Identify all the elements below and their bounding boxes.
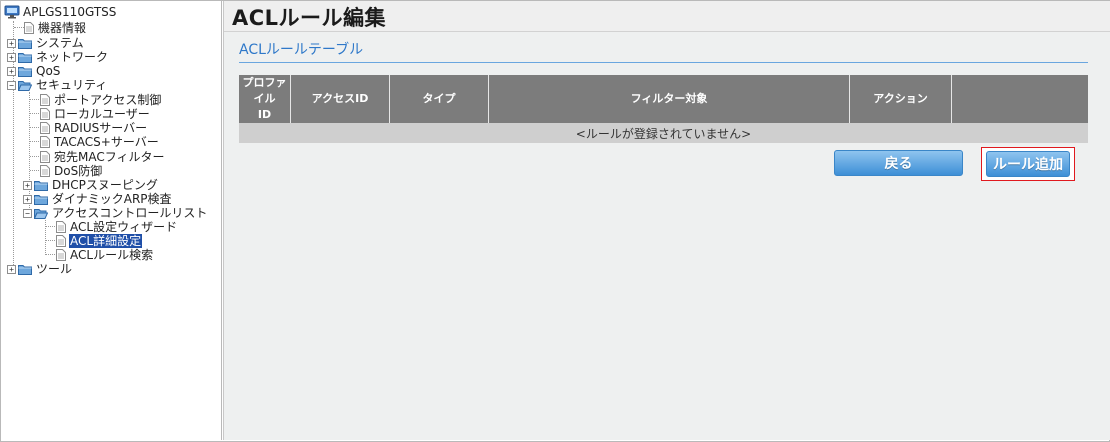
tree-item-system[interactable]: + システム [7, 36, 85, 50]
tree-connector [46, 226, 55, 227]
tree-item-label: ACL設定ウィザード [70, 219, 178, 234]
tree-item-acl-wizard[interactable]: ACL設定ウィザード [56, 220, 178, 234]
tree-item-label: QoS [36, 63, 61, 78]
tree-connector [30, 113, 39, 114]
page-icon [56, 235, 66, 247]
column-header-blank [951, 75, 1088, 123]
page-title: ACLルール編集 [232, 6, 387, 30]
tree-item-tacacs[interactable]: TACACS+サーバー [40, 135, 160, 149]
tree-item-qos[interactable]: + QoS [7, 64, 61, 78]
tree-item-dos[interactable]: DoS防御 [40, 164, 103, 178]
folder-icon [18, 66, 32, 77]
column-header-type: タイプ [389, 75, 489, 123]
page-icon [56, 249, 66, 261]
tree-item-label: ツール [36, 261, 73, 276]
tree-item-label: ローカルユーザー [54, 106, 150, 121]
tree-item-label: ACLルール検索 [70, 247, 154, 262]
page-icon [24, 22, 34, 34]
tree-item-device-info[interactable]: 機器情報 [24, 21, 87, 35]
tree-item-label: セキュリティ [36, 77, 108, 92]
column-header-profile-id: プロファイル ID [239, 75, 291, 123]
tree-item-label: 機器情報 [38, 20, 87, 35]
tree-item-label: ダイナミックARP検査 [52, 191, 172, 206]
tree-item-mac-filter[interactable]: 宛先MACフィルター [40, 150, 166, 164]
tree-item-acl-list[interactable]: − アクセスコントロールリスト [23, 206, 208, 220]
tree-item-port-access[interactable]: ポートアクセス制御 [40, 93, 162, 107]
folder-open-icon [34, 208, 48, 219]
acl-rule-table: プロファイル ID アクセスID タイプ フィルター対象 アクション <ルールが登… [239, 75, 1088, 143]
tree-connector [46, 240, 55, 241]
page-icon [40, 122, 50, 134]
tree-item-label: DoS防御 [54, 163, 103, 178]
tree-item-label: ポートアクセス制御 [54, 92, 162, 107]
folder-icon [18, 38, 32, 49]
add-rule-highlight: ルール追加 [981, 147, 1075, 181]
tree-item-label: DHCPスヌーピング [52, 177, 158, 192]
expand-icon[interactable]: + [7, 66, 16, 76]
expand-icon[interactable]: + [7, 264, 16, 274]
column-header-access-id: アクセスID [290, 75, 390, 123]
folder-icon [18, 52, 32, 63]
column-header-filter-target: フィルター対象 [488, 75, 850, 123]
tree-item-label: 宛先MACフィルター [54, 149, 165, 164]
tree-item-dhcp-snooping[interactable]: + DHCPスヌーピング [23, 178, 159, 192]
page-icon [40, 108, 50, 120]
page-icon [40, 151, 50, 163]
expand-icon[interactable]: + [23, 180, 32, 190]
tree-item-label: ネットワーク [36, 49, 109, 64]
tree-connector [30, 99, 39, 100]
tree-item-dynamic-arp[interactable]: + ダイナミックARP検査 [23, 192, 173, 206]
section-title: ACLルールテーブル [239, 42, 364, 58]
tree-connector [30, 141, 39, 142]
tree-item-label: TACACS+サーバー [54, 134, 159, 149]
table-header-row: プロファイル ID アクセスID タイプ フィルター対象 アクション [239, 75, 1088, 123]
expand-icon[interactable]: + [7, 52, 16, 62]
tree-item-network[interactable]: + ネットワーク [7, 50, 109, 64]
page-icon [40, 94, 50, 106]
tree-root-label: APLGS110GTSS [23, 4, 117, 19]
tree-connector [14, 27, 24, 28]
expand-icon[interactable]: + [7, 38, 16, 48]
tree-item-label: システム [36, 35, 84, 50]
tree-connector [46, 254, 55, 255]
tree-connector [30, 156, 39, 157]
tree-root[interactable]: APLGS110GTSS [4, 5, 117, 19]
tree-item-tools[interactable]: + ツール [7, 262, 73, 276]
tree-item-label: RADIUSサーバー [54, 120, 148, 135]
tree-item-radius[interactable]: RADIUSサーバー [40, 121, 148, 135]
expand-icon[interactable]: + [23, 194, 32, 204]
folder-icon [18, 264, 32, 275]
main-content: ACLルール編集 ACLルールテーブル プロファイル ID アクセスID タイプ … [223, 1, 1110, 440]
tree-connector [30, 170, 39, 171]
add-rule-button[interactable]: ルール追加 [986, 151, 1070, 177]
collapse-icon[interactable]: − [23, 208, 32, 218]
collapse-icon[interactable]: − [7, 80, 16, 90]
monitor-icon [4, 5, 20, 19]
tree-item-acl-search[interactable]: ACLルール検索 [56, 248, 154, 262]
tree-connector [30, 127, 39, 128]
column-header-action: アクション [849, 75, 952, 123]
tree-item-label: ACL詳細設定 [69, 233, 143, 249]
tree-item-security[interactable]: − セキュリティ [7, 78, 108, 92]
folder-icon [34, 194, 48, 205]
page-icon [40, 165, 50, 177]
tree-item-acl-detail[interactable]: ACL詳細設定 [56, 233, 143, 249]
table-row: <ルールが登録されていません> [239, 123, 1088, 143]
section-divider [239, 62, 1088, 63]
page-icon [40, 136, 50, 148]
page-icon [56, 221, 66, 233]
empty-table-message: <ルールが登録されていません> [239, 123, 1088, 143]
tree-item-local-user[interactable]: ローカルユーザー [40, 107, 151, 121]
tree-item-label: アクセスコントロールリスト [52, 205, 208, 220]
folder-open-icon [18, 80, 32, 91]
navigation-tree: APLGS110GTSS 機器情報 + システム + ネットワーク + QoS … [1, 1, 222, 440]
folder-icon [34, 180, 48, 191]
page-title-bar: ACLルール編集 [224, 1, 1110, 32]
back-button[interactable]: 戻る [834, 150, 963, 176]
